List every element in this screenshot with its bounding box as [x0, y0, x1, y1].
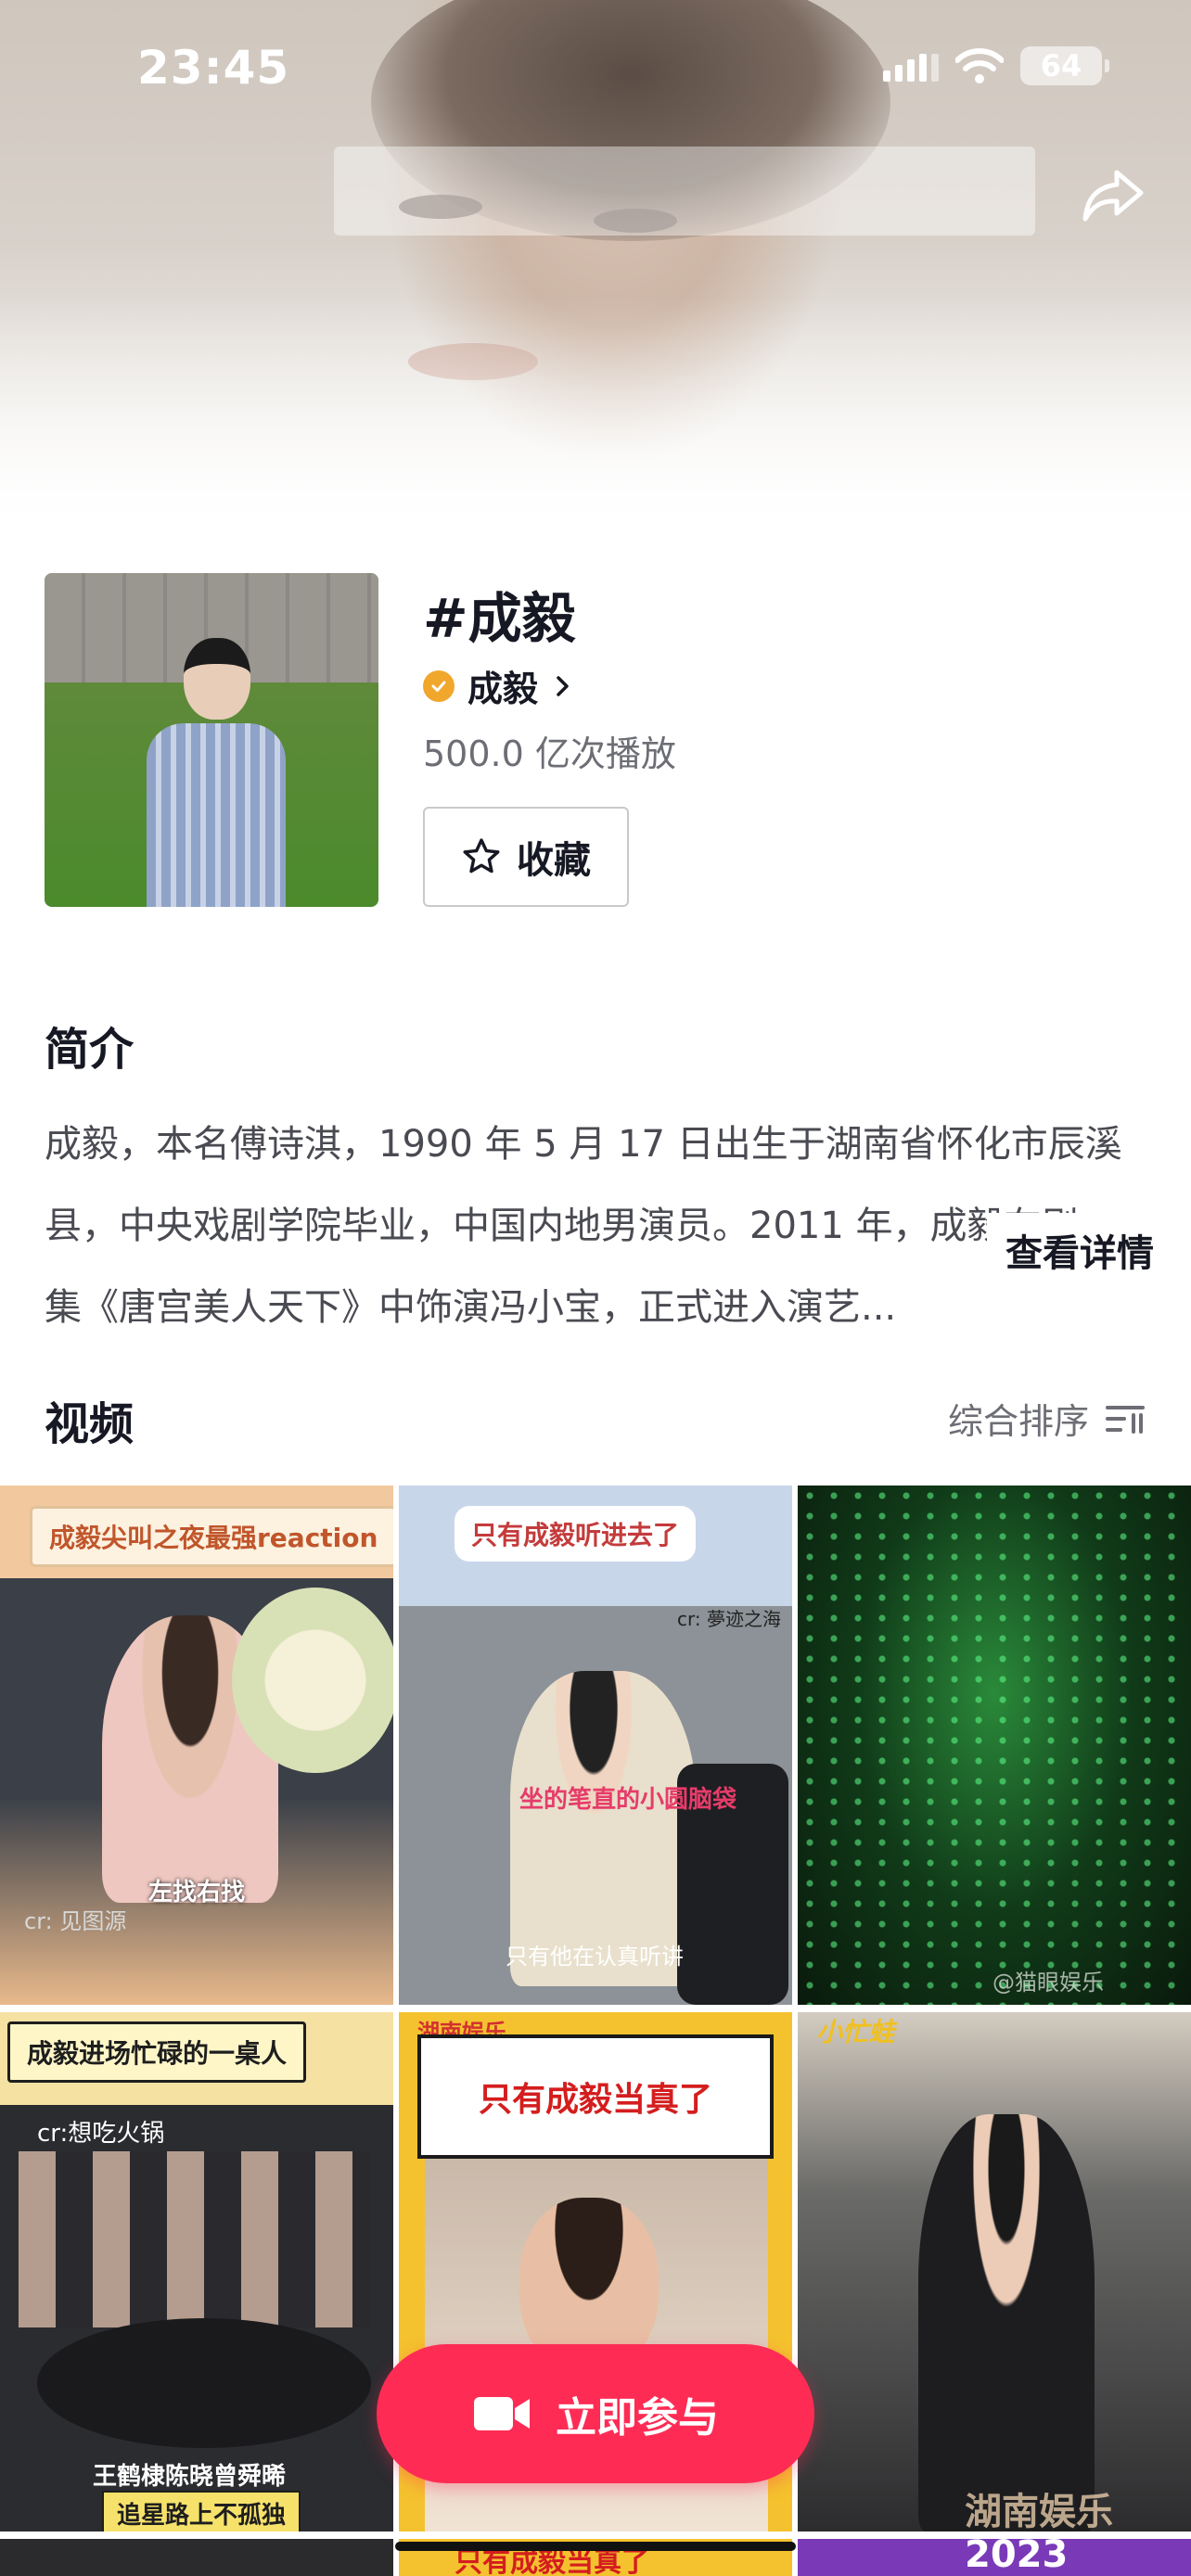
- view-details-link[interactable]: 查看详情: [987, 1213, 1154, 1294]
- video-subtitle: 王鹤棣陈晓曾舜晞: [93, 2463, 287, 2491]
- creator-name: 成毅: [467, 669, 539, 709]
- video-subtitle: 坐的笔直的小圆脑袋: [519, 1786, 737, 1814]
- video-tile[interactable]: 只有成毅听进去了 cr: 夢迹之海 坐的笔直的小圆脑袋 只有他在认真听讲: [399, 1486, 792, 2005]
- video-credit: cr: 夢迹之海: [677, 1608, 781, 1630]
- verified-badge-icon: [423, 670, 455, 702]
- intro-line: 集《唐宫美人天下》中饰演冯小宝，正式进入演艺...: [45, 1286, 897, 1329]
- share-arrow-icon[interactable]: [1076, 158, 1150, 232]
- video-watermark: @猫眼娱乐: [992, 1970, 1104, 1996]
- sort-label: 综合排序: [947, 1401, 1089, 1442]
- chevron-right-icon: [557, 675, 569, 696]
- video-subtitle: 只有他在认真听讲: [506, 1944, 684, 1970]
- star-icon: [463, 838, 500, 874]
- intro-heading: 简介: [45, 1024, 134, 1076]
- wifi-icon: [955, 48, 1004, 83]
- intro-line: 县，中央戏剧学院毕业，中国内地男演员。2011 年，成毅在剧: [45, 1205, 1079, 1247]
- video-subtitle: 追星路上不孤独: [102, 2491, 301, 2531]
- videos-heading: 视频: [45, 1398, 134, 1450]
- sort-filter-icon: [1106, 1405, 1145, 1434]
- cellular-signal-icon: [883, 50, 939, 82]
- video-caption: 小忙蛙: [816, 2017, 895, 2047]
- video-camera-icon: [474, 2397, 530, 2430]
- video-subtitle: 左找右找: [148, 1879, 246, 1906]
- video-credit: cr: 见图源: [24, 1908, 127, 1934]
- video-credit: cr:想吃火锅: [37, 2120, 165, 2148]
- video-tile[interactable]: [0, 2539, 393, 2576]
- topic-cover-image: [45, 573, 378, 907]
- play-count: 500.0 亿次播放: [423, 733, 676, 774]
- sort-dropdown[interactable]: 综合排序: [948, 1393, 1146, 1444]
- topic-title: #成毅: [423, 587, 576, 650]
- intro-line: 成毅，本名傅诗淇，1990 年 5 月 17 日出生于湖南省怀化市辰溪: [45, 1123, 1122, 1166]
- search-bar[interactable]: [334, 147, 1035, 236]
- video-tile[interactable]: 成毅进场忙碌的一桌人 cr:想吃火锅 王鹤棣陈晓曾舜晞 追星路上不孤独: [0, 2012, 393, 2531]
- status-icons: 64: [883, 46, 1109, 85]
- intro-text: 成毅，本名傅诗淇，1990 年 5 月 17 日出生于湖南省怀化市辰溪 县，中央…: [45, 1103, 1146, 1348]
- join-now-button[interactable]: 立即参与: [377, 2344, 814, 2483]
- video-caption: 成毅尖叫之夜最强reaction: [30, 1506, 393, 1567]
- home-indicator: [395, 2542, 796, 2551]
- favorite-label: 收藏: [517, 839, 591, 882]
- creator-link[interactable]: 成毅: [423, 660, 575, 711]
- status-time: 23:45: [137, 41, 290, 95]
- video-tile[interactable]: 成毅尖叫之夜最强reaction 左找右找 cr: 见图源: [0, 1486, 393, 2005]
- video-caption: 只有成毅当真了: [478, 2081, 712, 2119]
- favorite-button[interactable]: 收藏: [423, 807, 629, 907]
- battery-icon: 64: [1020, 46, 1109, 85]
- video-watermark: 湖南娱乐: [965, 2491, 1113, 2531]
- join-now-label: 立即参与: [556, 2394, 719, 2442]
- video-tile[interactable]: 小忙蛙 湖南娱乐: [798, 2012, 1191, 2531]
- video-caption: 2023: [965, 2539, 1069, 2576]
- video-caption: 只有成毅听进去了: [455, 1506, 697, 1562]
- battery-level: 64: [1040, 48, 1082, 83]
- video-tile[interactable]: @猫眼娱乐: [798, 1486, 1191, 2005]
- video-tile[interactable]: 2023: [798, 2539, 1191, 2576]
- video-caption: 成毅进场忙碌的一桌人: [7, 2021, 307, 2083]
